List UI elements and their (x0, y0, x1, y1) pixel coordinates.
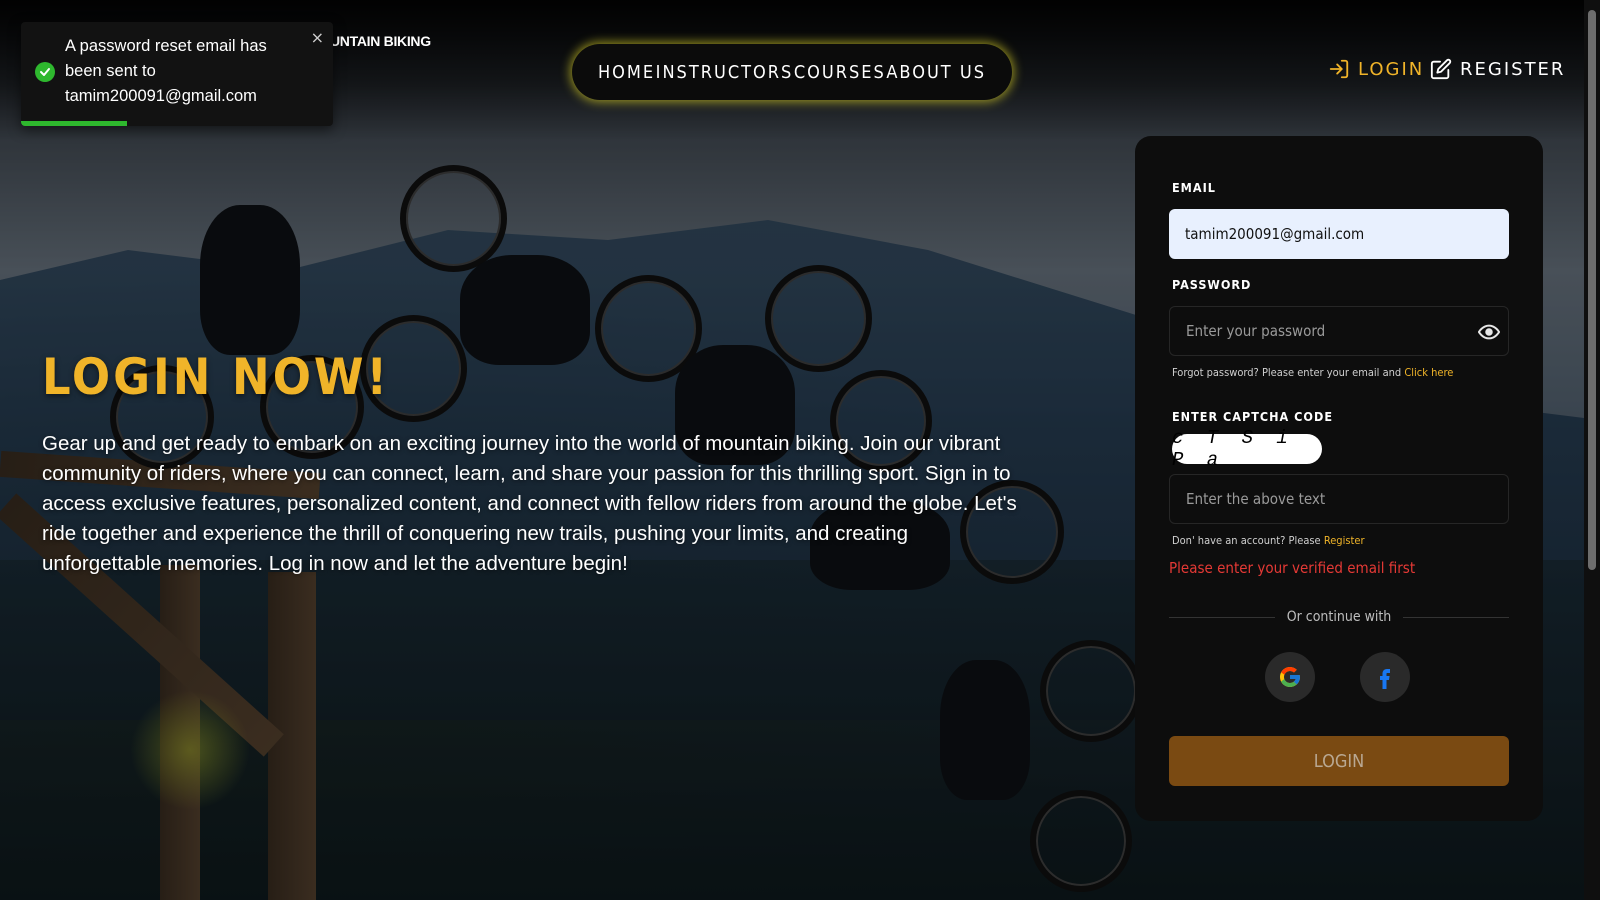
toast-notification: A password reset email has been sent to … (21, 22, 333, 126)
brand-logo-text[interactable]: UNTAIN BIKING (330, 33, 431, 49)
main-nav: HOME INSTRUCTORS COURSES ABOUT US (572, 44, 1012, 100)
toast-progress-bar (21, 121, 128, 126)
divider-line (1169, 616, 1275, 618)
forgot-password-text: Forgot password? Please enter your email… (1172, 366, 1402, 379)
close-icon[interactable]: × (311, 28, 324, 47)
captcha-label: ENTER CAPTCHA CODE (1172, 409, 1334, 424)
email-label: EMAIL (1172, 180, 1216, 195)
header-login-label: LOGIN (1358, 58, 1425, 80)
hero-description: Gear up and get ready to embark on an ex… (42, 432, 1017, 575)
login-card: EMAIL PASSWORD Forgot password? Please e… (1135, 136, 1543, 821)
eye-icon[interactable] (1478, 321, 1500, 343)
google-login-button[interactable] (1265, 652, 1315, 702)
header-register-link[interactable]: REGISTER (1430, 58, 1565, 80)
email-field[interactable] (1169, 209, 1509, 259)
toast-message: A password reset email has been sent to … (65, 37, 267, 105)
nav-home[interactable]: HOME (598, 62, 655, 83)
captcha-image: c T S i P a (1172, 427, 1322, 471)
login-page: UNTAIN BIKING HOME INSTRUCTORS COURSES A… (0, 0, 1600, 900)
forgot-password-hint: Forgot password? Please enter your email… (1172, 366, 1453, 379)
page-scrollbar[interactable] (1584, 0, 1600, 900)
password-label: PASSWORD (1172, 277, 1252, 292)
error-message: Please enter your verified email first (1169, 559, 1416, 577)
register-hint: Don' have an account? Please Register (1172, 534, 1365, 547)
edit-square-icon (1430, 58, 1452, 80)
captcha-input[interactable] (1169, 474, 1509, 524)
register-link[interactable]: Register (1324, 534, 1365, 547)
social-divider: Or continue with (1169, 609, 1510, 625)
login-submit-button[interactable]: LOGIN (1169, 736, 1509, 786)
scrollbar-thumb[interactable] (1588, 10, 1596, 570)
nav-about-us[interactable]: ABOUT US (886, 62, 986, 83)
nav-courses[interactable]: COURSES (794, 62, 886, 83)
facebook-icon (1380, 669, 1390, 689)
forgot-password-link[interactable]: Click here (1404, 366, 1453, 379)
header-register-label: REGISTER (1460, 58, 1566, 80)
hero-title: LOGIN NOW! (42, 348, 391, 406)
divider-line (1403, 616, 1510, 618)
facebook-login-button[interactable] (1360, 652, 1410, 702)
header-login-link[interactable]: LOGIN (1328, 58, 1424, 80)
nav-instructors[interactable]: INSTRUCTORS (656, 62, 794, 83)
check-circle-icon (35, 62, 55, 82)
register-hint-text: Don' have an account? Please (1172, 534, 1321, 547)
login-arrow-icon (1329, 59, 1349, 79)
google-icon (1280, 667, 1300, 687)
password-field[interactable] (1169, 306, 1509, 356)
divider-text: Or continue with (1286, 609, 1392, 625)
